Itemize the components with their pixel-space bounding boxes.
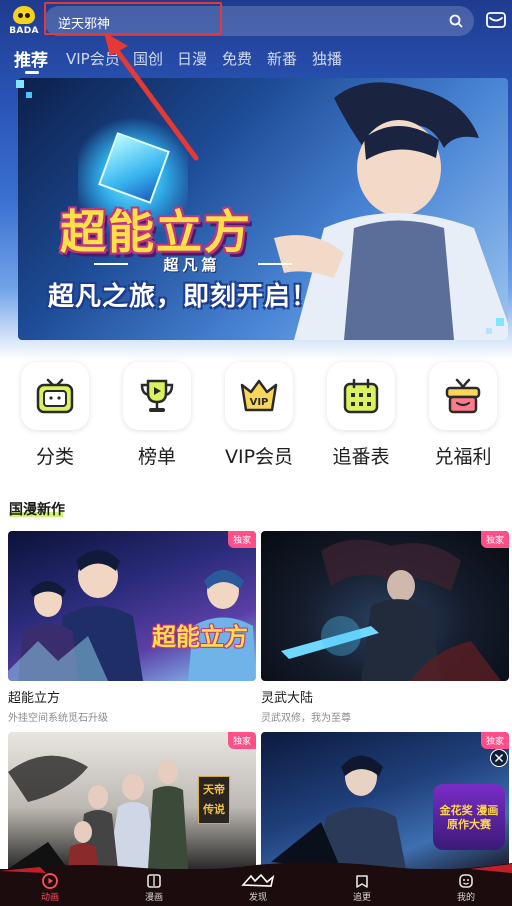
shortcut-label: VIP会员 — [224, 446, 294, 468]
card-thumbnail: 天帝传说 独家 — [8, 732, 256, 869]
card-thumbnail: 金花奖 漫画原作大赛 独家 — [261, 732, 509, 869]
card-artwork — [281, 539, 501, 681]
shortcut-schedule[interactable]: 追番表 — [325, 362, 397, 469]
nav-label: 动画 — [40, 893, 59, 903]
nav-label: 追更 — [352, 893, 371, 903]
banner-title: 超能立方 — [60, 205, 252, 259]
nav-label: 我的 — [456, 893, 475, 903]
profile-icon — [459, 874, 473, 888]
nav-label: 发现 — [248, 893, 267, 903]
shortcut-row: 分类 榜单 VIP VIP会员 追番表 兑福利 — [0, 360, 512, 470]
tab-new[interactable]: 新番 — [267, 48, 297, 69]
logo-mascot-icon — [13, 6, 35, 24]
shortcut-ranking[interactable]: 榜单 — [121, 362, 193, 469]
vip-crown-icon: VIP — [240, 379, 278, 412]
category-tabs: 推荐 VIP会员 国创 日漫 免费 新番 独播 — [0, 44, 512, 74]
exclusive-badge: 独家 — [480, 531, 509, 548]
top-bar: BADA 逆天邪神 — [0, 0, 512, 44]
card-overlay-title: 超能立方 — [152, 623, 248, 651]
discover-logo — [241, 873, 275, 887]
nav-follow[interactable]: 追更 — [332, 873, 392, 903]
anime-card[interactable]: 金花奖 漫画原作大赛 独家 — [261, 732, 509, 869]
exclusive-badge: 独家 — [227, 531, 256, 548]
bada-logo[interactable]: BADA — [8, 5, 40, 39]
anime-card[interactable]: 独家 灵武大陆 灵武双修，我为至尊 — [261, 531, 509, 724]
nav-discover[interactable]: 发现 — [228, 873, 288, 903]
banner-slogan: 超凡之旅，即刻开启！ — [48, 282, 319, 312]
card-artwork — [8, 550, 256, 681]
trophy-icon — [140, 379, 174, 412]
tab-japanese[interactable]: 日漫 — [177, 48, 207, 69]
logo-text: BADA — [9, 26, 39, 36]
tab-exclusive[interactable]: 独播 — [312, 48, 342, 69]
tab-free[interactable]: 免费 — [222, 48, 252, 69]
card-thumbnail: 独家 — [261, 531, 509, 681]
play-icon — [42, 873, 58, 889]
search-icon[interactable] — [448, 13, 464, 29]
active-tab-indicator — [25, 71, 39, 74]
nav-anime[interactable]: 动画 — [20, 873, 80, 903]
hero-banner[interactable]: 超能立方 超凡篇 超凡之旅，即刻开启！ — [18, 78, 508, 340]
header-area: BADA 逆天邪神 推荐 VIP会员 国创 日漫 免费 新番 独播 超能立方 超… — [0, 0, 512, 360]
nav-comics[interactable]: 漫画 — [124, 873, 184, 903]
shortcut-vip[interactable]: VIP VIP会员 — [223, 362, 295, 469]
card-description: 灵武双修，我为至尊 — [261, 713, 351, 724]
tv-icon — [36, 378, 74, 414]
calendar-icon — [343, 378, 379, 414]
anime-card[interactable]: 天帝传说 独家 — [8, 732, 256, 869]
shortcut-label: 榜单 — [137, 446, 176, 468]
shortcut-label: 兑福利 — [434, 446, 492, 468]
svg-text:VIP: VIP — [250, 397, 269, 408]
exclusive-badge: 独家 — [480, 732, 509, 749]
card-title: 超能立方 — [8, 691, 61, 706]
nav-profile[interactable]: 我的 — [436, 873, 496, 903]
gift-icon — [445, 378, 481, 414]
close-icon[interactable] — [490, 749, 508, 767]
tab-guochuang[interactable]: 国创 — [133, 48, 163, 69]
card-overlay-title: 天帝传说 — [203, 783, 225, 816]
shortcut-rewards[interactable]: 兑福利 — [427, 362, 499, 469]
book-icon — [147, 874, 161, 888]
shortcut-label: 分类 — [35, 446, 74, 468]
card-thumbnail: 超能立方 独家 — [8, 531, 256, 681]
card-title: 灵武大陆 — [261, 691, 314, 706]
tab-recommend[interactable]: 推荐 — [14, 46, 48, 71]
card-description: 外挂空间系统觅石升级 — [8, 713, 108, 724]
tab-vip[interactable]: VIP会员 — [66, 48, 120, 69]
section-title: 国漫新作 — [9, 502, 65, 518]
card-overlay-title: 金花奖 漫画原作大赛 — [439, 804, 499, 831]
follow-icon — [356, 875, 368, 888]
message-icon[interactable] — [486, 11, 506, 29]
shortcut-label: 追番表 — [332, 446, 390, 468]
shortcut-category[interactable]: 分类 — [19, 362, 91, 469]
search-highlight-box — [44, 2, 222, 35]
nav-label: 漫画 — [144, 893, 163, 903]
exclusive-badge: 独家 — [227, 732, 256, 749]
bottom-navigation: 动画 漫画 发现 追更 我的 — [0, 862, 512, 906]
anime-card[interactable]: 超能立方 独家 超能立方 外挂空间系统觅石升级 — [8, 531, 256, 724]
